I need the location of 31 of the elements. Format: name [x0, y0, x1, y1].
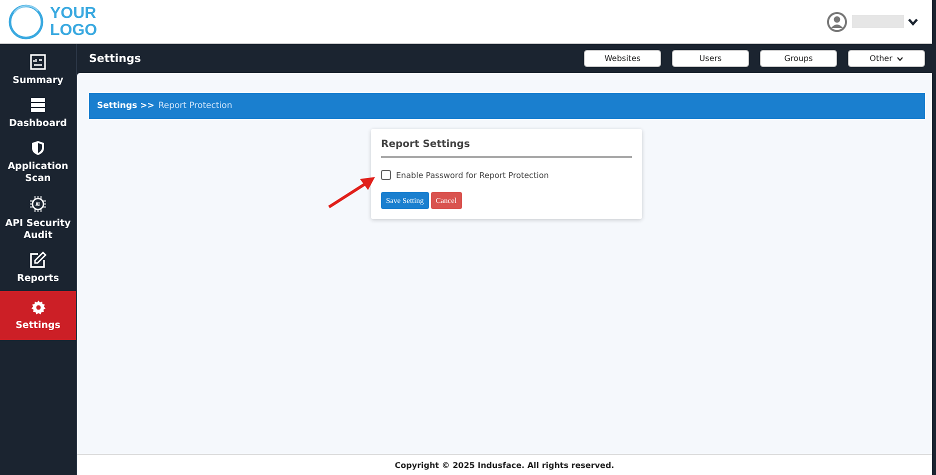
sidebar-item[interactable]: Application Scan — [0, 136, 76, 191]
nav-button[interactable]: Other — [848, 50, 925, 67]
caret-down-icon — [897, 56, 904, 60]
copyright-text: Copyright © 2025 Indusface. All rights reserved. — [394, 460, 614, 470]
avatar-icon[interactable] — [826, 10, 848, 32]
redacted-name-block — [852, 15, 904, 28]
breadcrumb-link[interactable]: Settings >> — [97, 101, 154, 111]
nav-button[interactable]: Users — [672, 50, 749, 67]
sidebar-item[interactable]: Settings — [0, 291, 76, 340]
chevron-down-icon[interactable] — [908, 18, 918, 26]
edit-icon — [29, 251, 47, 269]
pointer-arrow — [328, 177, 375, 208]
sidebar-item[interactable]: Summary — [0, 50, 76, 93]
nav-button[interactable]: Websites — [584, 50, 661, 67]
chip-icon — [28, 194, 48, 214]
page-title: Settings — [89, 52, 141, 65]
server-icon — [30, 97, 46, 113]
checkbox[interactable] — [381, 170, 391, 180]
logo-ring-icon — [8, 2, 44, 40]
settings-icon — [30, 300, 46, 314]
sidebar-item[interactable]: Dashboard — [0, 93, 76, 136]
card-title: Report Settings — [381, 139, 632, 158]
breadcrumb-current: Report Protection — [158, 101, 232, 111]
chart-icon — [30, 54, 46, 70]
logo-text: YOUR — [50, 4, 98, 22]
logo-text: LOGO — [50, 22, 98, 38]
sidebar-item[interactable]: API Security Audit — [0, 191, 76, 248]
checkbox-label: Enable Password for Report Protection — [396, 170, 549, 180]
nav-button[interactable]: Groups — [760, 50, 837, 67]
shield-icon — [31, 140, 45, 156]
sidebar-item[interactable]: Reports — [0, 248, 76, 291]
